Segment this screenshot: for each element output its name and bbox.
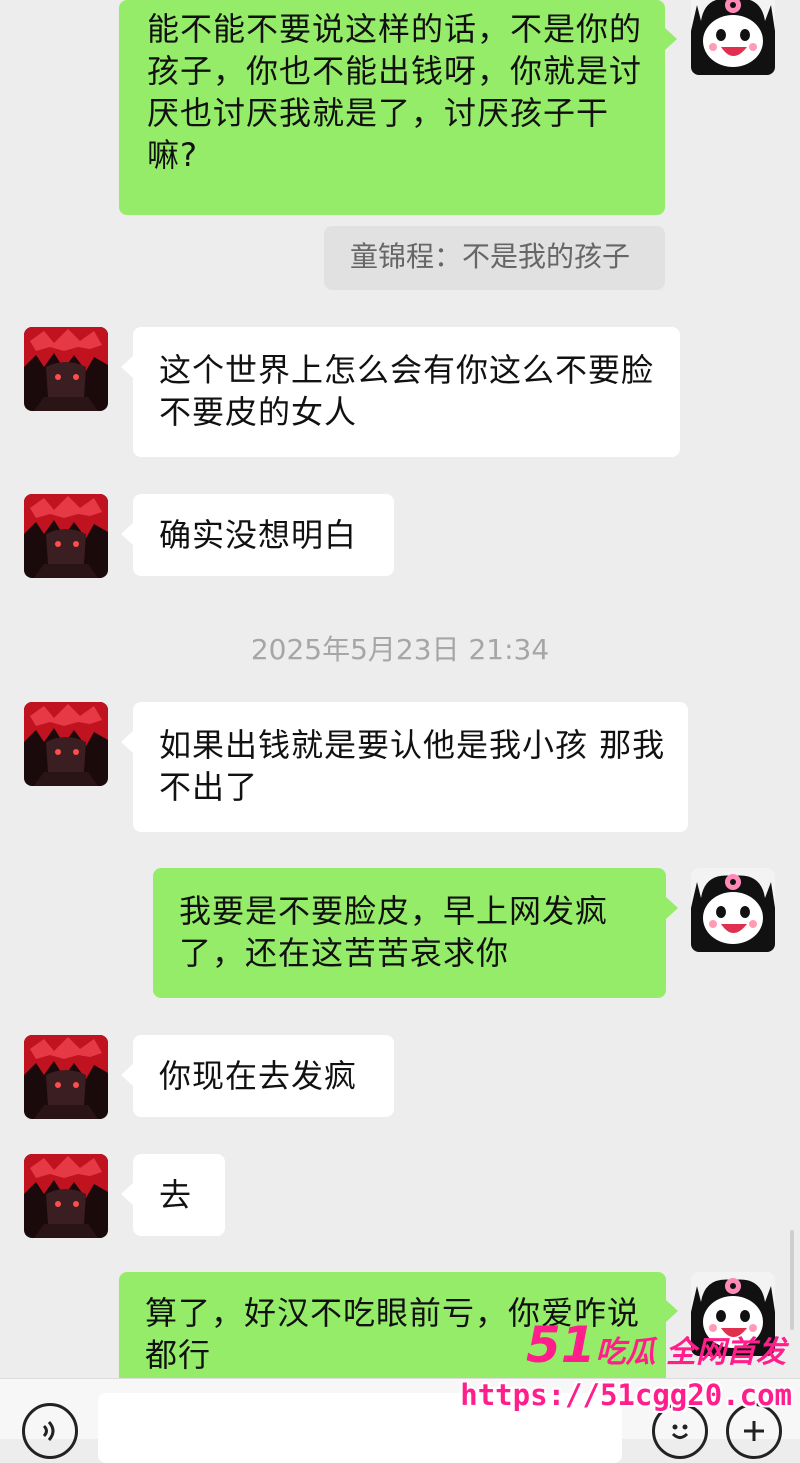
message-text: 我要是不要脸皮，早上网发疯了，还在这苦苦哀求你 — [179, 892, 609, 972]
chat-area: 能不能不要说这样的话，不是你的孩子，你也不能出钱呀，你就是讨厌也讨厌我就是了，讨… — [0, 0, 800, 1378]
scrollbar[interactable] — [790, 1230, 794, 1330]
red-haired-anime-avatar[interactable] — [24, 1035, 108, 1119]
watermark-number: 51 — [525, 1316, 596, 1374]
message-bubble-received[interactable]: 确实没想明白 — [133, 494, 394, 576]
bubble-tail — [121, 1064, 133, 1086]
bubble-tail — [121, 523, 133, 545]
voice-icon[interactable] — [22, 1403, 78, 1459]
quoted-message[interactable]: 童锦程：不是我的孩子 — [324, 226, 665, 290]
bubble-tail — [665, 28, 677, 50]
watermark-text: 吃瓜 全网首发 — [595, 1335, 786, 1370]
message-text: 这个世界上怎么会有你这么不要脸不要皮的女人 — [159, 351, 655, 431]
message-text: 如果出钱就是要认他是我小孩 那我不出了 — [159, 726, 666, 806]
message-bubble-received[interactable]: 这个世界上怎么会有你这么不要脸不要皮的女人 — [133, 327, 680, 457]
kuromi-avatar[interactable] — [691, 0, 775, 75]
bubble-tail — [121, 356, 133, 378]
watermark: 51吃瓜 全网首发 https://51cgg20.com — [460, 1316, 792, 1428]
message-bubble-sent[interactable]: 能不能不要说这样的话，不是你的孩子，你也不能出钱呀，你就是讨厌也讨厌我就是了，讨… — [119, 0, 665, 215]
message-text: 确实没想明白 — [159, 516, 358, 554]
bubble-tail — [666, 897, 678, 919]
red-haired-anime-avatar[interactable] — [24, 494, 108, 578]
red-haired-anime-avatar[interactable] — [24, 702, 108, 786]
message-bubble-received[interactable]: 去 — [133, 1154, 225, 1236]
bubble-tail — [121, 731, 133, 753]
message-text: 去 — [159, 1176, 193, 1214]
timestamp: 2025年5月23日 21:34 — [250, 633, 550, 666]
message-bubble-sent[interactable]: 我要是不要脸皮，早上网发疯了，还在这苦苦哀求你 — [153, 868, 666, 998]
watermark-brand: 51吃瓜 全网首发 — [526, 1316, 786, 1374]
kuromi-avatar[interactable] — [691, 868, 775, 952]
message-text: 你现在去发疯 — [159, 1057, 358, 1095]
red-haired-anime-avatar[interactable] — [24, 1154, 108, 1238]
red-haired-anime-avatar[interactable] — [24, 327, 108, 411]
message-bubble-received[interactable]: 你现在去发疯 — [133, 1035, 394, 1117]
message-text: 能不能不要说这样的话，不是你的孩子，你也不能出钱呀，你就是讨厌也讨厌我就是了，讨… — [147, 10, 643, 174]
message-bubble-received[interactable]: 如果出钱就是要认他是我小孩 那我不出了 — [133, 702, 688, 832]
quote-text: 童锦程：不是我的孩子 — [350, 240, 631, 273]
watermark-url: https://51cgg20.com — [460, 1378, 792, 1412]
bubble-tail — [121, 1183, 133, 1205]
